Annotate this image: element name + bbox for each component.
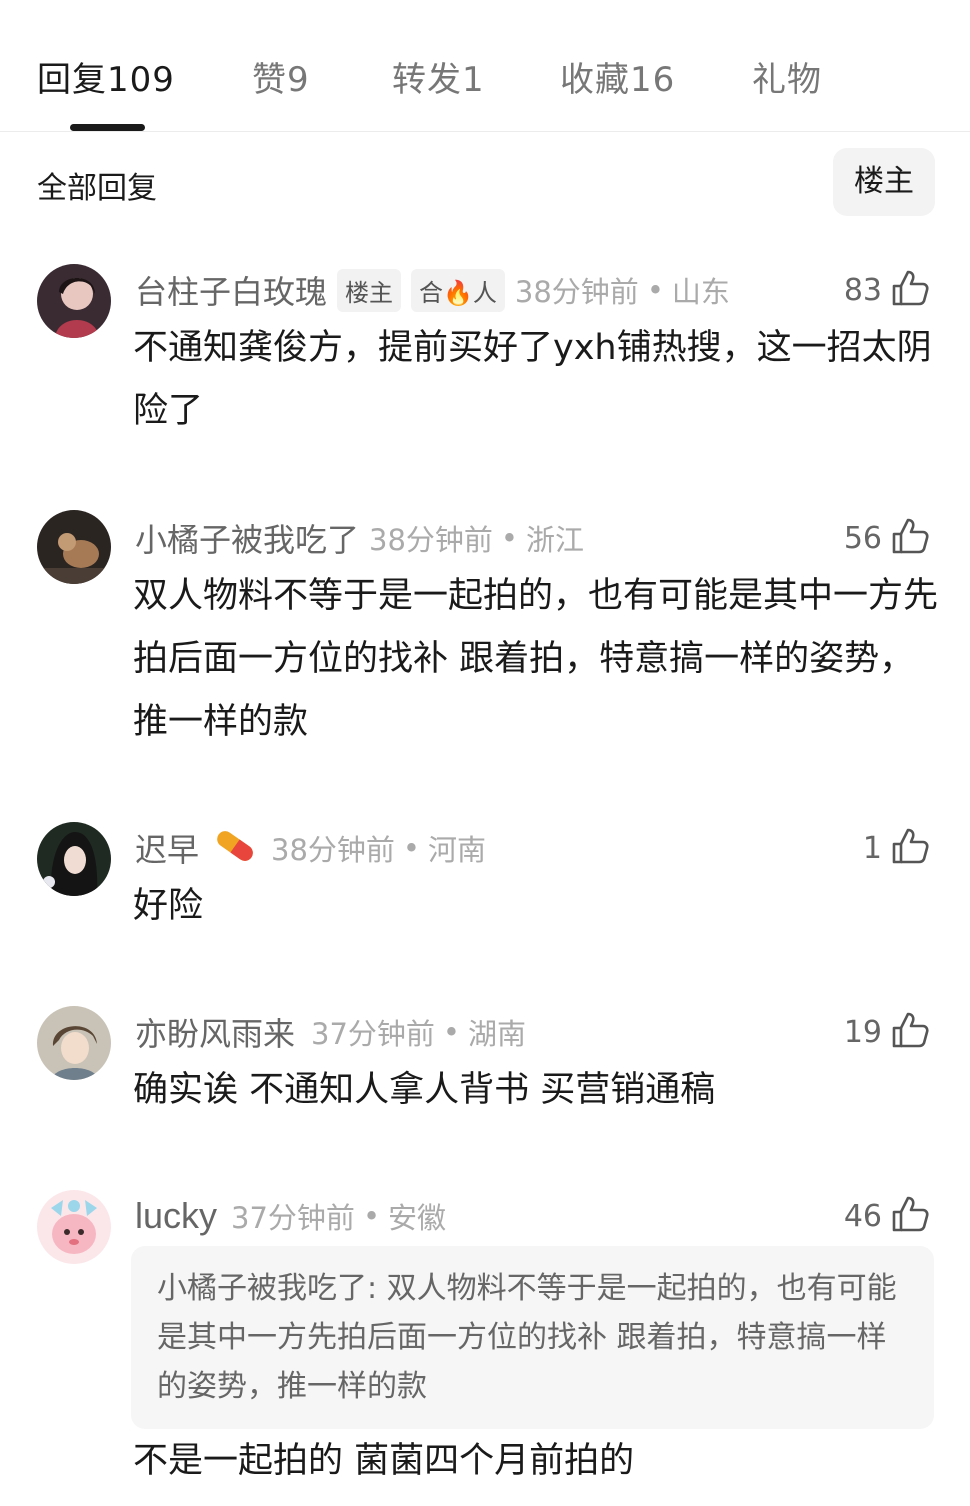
op-filter-button[interactable]: 楼主 bbox=[833, 148, 935, 216]
separator-dot: • bbox=[442, 1015, 461, 1049]
comment-text: 好险 bbox=[133, 886, 204, 926]
tab-likes[interactable]: 赞9 bbox=[252, 52, 310, 101]
avatar[interactable] bbox=[37, 822, 111, 896]
region: 安徽 bbox=[388, 1201, 447, 1235]
username[interactable]: 小橘子被我吃了 bbox=[135, 515, 359, 561]
region: 河南 bbox=[428, 833, 487, 867]
timestamp: 38分钟前 bbox=[369, 523, 493, 557]
like-button[interactable]: 46 bbox=[844, 1194, 930, 1238]
thumbs-up-icon bbox=[890, 268, 930, 312]
op-badge: 楼主 bbox=[337, 268, 402, 312]
like-count: 19 bbox=[843, 1014, 882, 1050]
active-tab-indicator bbox=[70, 124, 145, 131]
like-count: 1 bbox=[862, 830, 882, 866]
comment-text: 确实诶 不通知人拿人背书 买营销通稿 bbox=[133, 1070, 716, 1110]
comment-meta: lucky 37分钟前 • 安徽 bbox=[135, 1194, 446, 1238]
avatar[interactable] bbox=[37, 264, 111, 338]
fan-badge: 合🔥人 bbox=[411, 268, 505, 312]
avatar[interactable] bbox=[37, 1006, 111, 1080]
quoted-reply[interactable]: 小橘子被我吃了: 双人物料不等于是一起拍的，也有可能是其中一方先拍后面一方位的找… bbox=[131, 1246, 934, 1429]
comment-text: 不是一起拍的 菌菌四个月前拍的 bbox=[133, 1441, 635, 1481]
like-button[interactable]: 83 bbox=[844, 268, 930, 312]
separator-dot: • bbox=[500, 521, 519, 555]
timestamp: 38分钟前 bbox=[271, 833, 395, 867]
timestamp: 37分钟前 bbox=[311, 1017, 435, 1051]
thumbs-up-icon bbox=[890, 826, 930, 870]
like-count: 83 bbox=[843, 272, 882, 308]
timestamp: 38分钟前 bbox=[514, 275, 639, 309]
comment-meta: 亦盼风雨来 37分钟前 • 湖南 bbox=[135, 1010, 526, 1054]
region: 湖南 bbox=[468, 1017, 527, 1051]
separator-dot: • bbox=[362, 1199, 381, 1233]
thumbs-up-icon bbox=[890, 516, 930, 560]
like-button[interactable]: 1 bbox=[863, 826, 930, 870]
pill-emoji-icon bbox=[213, 829, 257, 867]
like-count: 46 bbox=[843, 1198, 882, 1234]
thumbs-up-icon bbox=[890, 1194, 930, 1238]
section-title: 全部回复 bbox=[37, 171, 157, 206]
comment-text: 不通知龚俊方，提前买好了yxh铺热搜，这一招太阴险了 bbox=[133, 328, 932, 431]
tab-favorites[interactable]: 收藏16 bbox=[560, 52, 675, 101]
like-count: 56 bbox=[843, 520, 882, 556]
region: 山东 bbox=[671, 275, 730, 309]
like-button[interactable]: 19 bbox=[844, 1010, 930, 1054]
comment-meta: 小橘子被我吃了 38分钟前 • 浙江 bbox=[135, 516, 584, 560]
tab-gifts[interactable]: 礼物 bbox=[752, 52, 822, 101]
tab-replies[interactable]: 回复109 bbox=[37, 52, 175, 101]
avatar[interactable] bbox=[37, 1190, 111, 1264]
comment-meta: 迟早 38分钟前 • 河南 bbox=[135, 826, 486, 870]
separator-dot: • bbox=[646, 273, 664, 307]
username[interactable]: lucky bbox=[135, 1195, 217, 1237]
avatar[interactable] bbox=[37, 510, 111, 584]
like-button[interactable]: 56 bbox=[844, 516, 930, 560]
username[interactable]: 台柱子白玫瑰 bbox=[135, 267, 327, 313]
region: 浙江 bbox=[526, 523, 585, 557]
separator-dot: • bbox=[402, 831, 421, 865]
tab-reposts[interactable]: 转发1 bbox=[392, 52, 485, 101]
tab-bar: 回复109 赞9 转发1 收藏16 礼物 bbox=[0, 0, 970, 132]
username[interactable]: 迟早 bbox=[135, 825, 199, 871]
timestamp: 37分钟前 bbox=[231, 1201, 355, 1235]
comment-meta: 台柱子白玫瑰 楼主 合🔥人 38分钟前 • 山东 bbox=[135, 268, 730, 312]
thumbs-up-icon bbox=[890, 1010, 930, 1054]
comment-text: 双人物料不等于是一起拍的，也有可能是其中一方先拍后面一方位的找补 跟着拍，特意搞… bbox=[133, 576, 939, 742]
username[interactable]: 亦盼风雨来 bbox=[135, 1009, 295, 1055]
